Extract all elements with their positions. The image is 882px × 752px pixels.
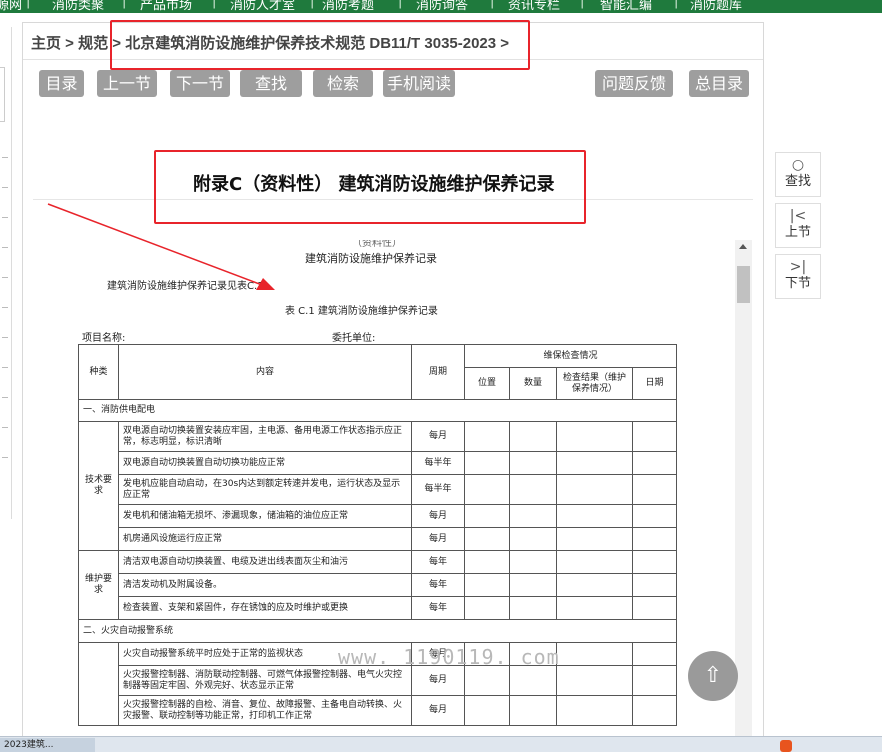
taskbar-item[interactable]: 2023建筑... [0,738,95,752]
side-find-button[interactable]: ○ 查找 [775,152,821,197]
side-next-button[interactable]: >| 下节 [775,254,821,299]
skip-forward-icon: >| [789,259,807,275]
side-prev-button[interactable]: |< 上节 [775,203,821,248]
search-icon: ○ [791,157,805,173]
annotation-arrow-icon [47,203,275,290]
arrow-up-icon: ⇧ [703,663,723,688]
back-to-top-button[interactable]: ⇧ [688,651,738,701]
watermark: www. 1190119. com [338,645,560,669]
taskbar: 2023建筑... [0,736,882,752]
tray-app-icon[interactable] [780,740,792,752]
skip-back-icon: |< [789,208,807,224]
